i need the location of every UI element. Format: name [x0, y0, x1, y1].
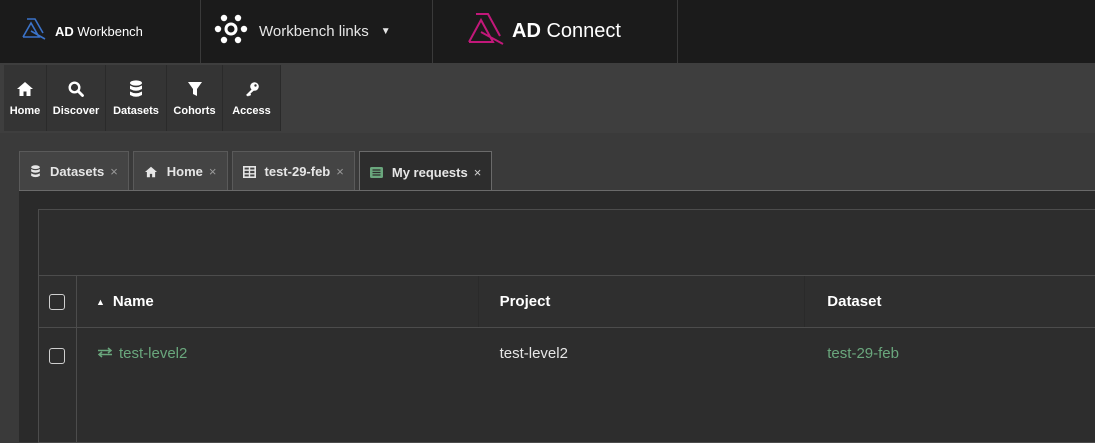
grid-header-row: ▲ Name Project Dataset: [39, 276, 1095, 328]
filter-icon: [187, 79, 203, 99]
close-icon[interactable]: ×: [336, 164, 344, 179]
nav-toolbar: Home Discover Datasets Cohorts Access: [0, 63, 1095, 133]
top-bar: AD Workbench Workbench links ▼ AD Connec…: [0, 0, 1095, 63]
requests-grid: ▲ Name Project Dataset test-level2 test-…: [38, 209, 1095, 443]
ad-connect-link[interactable]: AD Connect: [433, 0, 678, 63]
close-icon[interactable]: ×: [110, 164, 118, 179]
search-icon: [68, 79, 84, 99]
dots-network-icon: [213, 14, 249, 49]
select-all-checkbox[interactable]: [49, 293, 66, 310]
request-name-link[interactable]: test-level2: [96, 345, 187, 362]
column-header-dataset[interactable]: Dataset: [805, 276, 1095, 327]
row-name-cell: test-level2: [77, 328, 479, 443]
tab-my-requests-label: My requests: [391, 165, 468, 180]
tab-home[interactable]: Home ×: [132, 151, 228, 191]
nav-home-label: Home: [9, 105, 41, 117]
request-name-label: test-level2: [118, 345, 188, 362]
caret-down-icon: ▼: [380, 26, 391, 37]
database-icon: [30, 165, 41, 178]
select-all-cell: [39, 276, 77, 327]
table-row: test-level2 test-level2 test-29-feb: [39, 328, 1095, 443]
nav-cohorts-label: Cohorts: [173, 105, 216, 117]
home-icon: [144, 166, 158, 178]
brand-name: AD Workbench: [55, 24, 143, 39]
content-panel: ▲ Name Project Dataset test-level2 test-…: [19, 190, 1095, 443]
brand-home-link[interactable]: AD Workbench: [0, 0, 201, 63]
column-header-dataset-label: Dataset: [827, 293, 882, 310]
close-icon[interactable]: ×: [209, 164, 217, 179]
tab-test-29-feb-label: test-29-feb: [264, 164, 331, 179]
nav-home-button[interactable]: Home: [4, 65, 47, 131]
workbench-links-label: Workbench links: [259, 23, 369, 40]
nav-discover-button[interactable]: Discover: [47, 65, 106, 131]
column-header-name[interactable]: ▲ Name: [77, 276, 479, 327]
nav-datasets-label: Datasets: [113, 105, 159, 117]
ad-connect-logo-icon: [466, 12, 506, 51]
row-select-cell: [39, 328, 77, 443]
row-dataset-cell: test-29-feb: [805, 328, 1095, 443]
row-checkbox[interactable]: [49, 348, 66, 364]
tab-my-requests[interactable]: My requests ×: [358, 151, 493, 193]
project-value: test-level2: [499, 345, 568, 362]
nav-access-label: Access: [232, 105, 271, 117]
grid-toolbar: [39, 210, 1095, 276]
column-header-project-label: Project: [499, 293, 551, 310]
workbench-links-dropdown[interactable]: Workbench links ▼: [201, 0, 433, 63]
tab-datasets-label: Datasets: [50, 164, 105, 179]
list-icon: [369, 167, 383, 178]
nav-access-button[interactable]: Access: [223, 65, 281, 131]
table-icon: [242, 165, 256, 178]
tab-bar: Datasets × Home × test-29-feb × My reque…: [19, 151, 496, 193]
swap-arrows-icon: [96, 345, 114, 362]
sort-ascending-icon: ▲: [95, 296, 105, 307]
row-project-cell: test-level2: [479, 328, 806, 443]
nav-datasets-button[interactable]: Datasets: [106, 65, 167, 131]
dataset-link[interactable]: test-29-feb: [827, 345, 899, 362]
key-icon: [244, 79, 260, 99]
tab-home-label: Home: [166, 164, 203, 179]
ad-workbench-logo-icon: [21, 17, 47, 46]
ad-connect-label: AD Connect: [512, 20, 621, 42]
column-header-name-label: Name: [112, 293, 154, 310]
close-icon[interactable]: ×: [474, 165, 482, 180]
column-header-project[interactable]: Project: [479, 276, 806, 327]
tab-datasets[interactable]: Datasets ×: [19, 151, 129, 191]
database-icon: [129, 79, 143, 99]
nav-cohorts-button[interactable]: Cohorts: [167, 65, 223, 131]
home-icon: [16, 79, 34, 99]
tab-test-29-feb[interactable]: test-29-feb ×: [231, 151, 355, 191]
nav-discover-label: Discover: [52, 105, 100, 117]
